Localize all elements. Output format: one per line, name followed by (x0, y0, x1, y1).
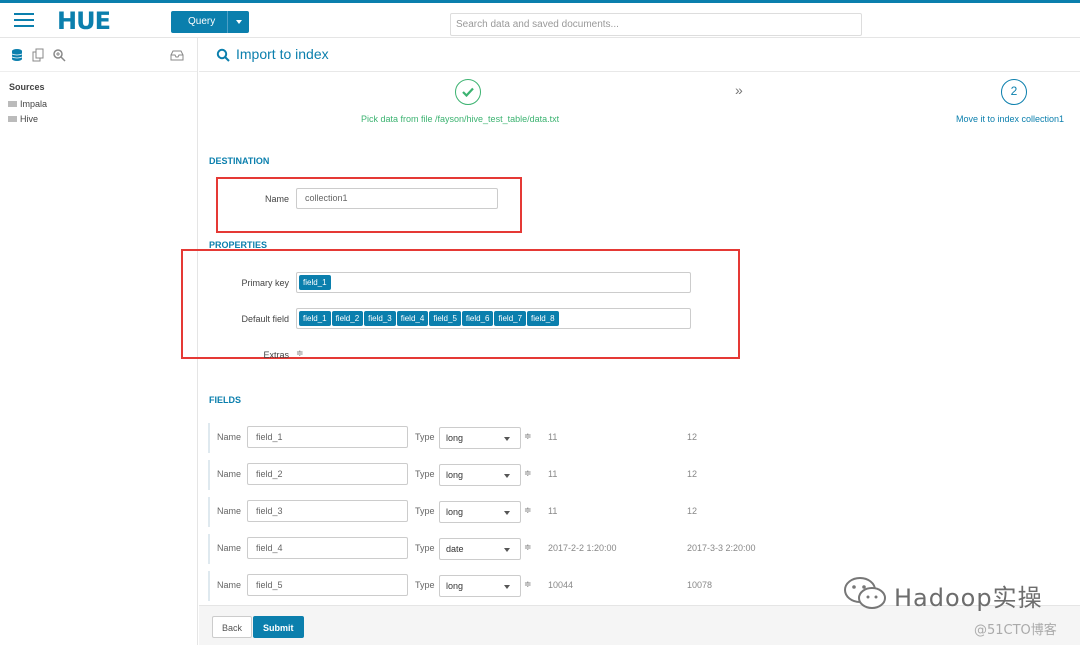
sample-value: 11 (548, 432, 558, 442)
field-type-select[interactable]: long (439, 427, 521, 449)
field-name-label: Name (217, 543, 242, 553)
sidebar-item-label: Hive (20, 114, 39, 124)
default-field-tag[interactable]: field_8 (527, 311, 559, 326)
chevron-double-right-icon: » (735, 82, 743, 98)
field-type-label: Type (415, 543, 435, 553)
watermark-source: @51CTO博客 (974, 623, 1057, 638)
field-row: Name field_3 Type long ≑ 11 12 (208, 497, 1080, 527)
sample-value: 11 (548, 469, 558, 479)
query-button-label: Query (188, 16, 216, 27)
field-type-label: Type (415, 432, 435, 442)
sample-value: 12 (687, 432, 698, 442)
name-label: Name (264, 194, 289, 204)
field-name-input[interactable]: field_2 (247, 463, 408, 485)
default-field-tag[interactable]: field_1 (299, 311, 331, 326)
inbox-icon[interactable] (170, 48, 184, 62)
field-name-label: Name (217, 506, 242, 516)
step-2-label[interactable]: Move it to index collection1 (956, 114, 1064, 124)
field-name-input[interactable]: field_5 (247, 574, 408, 596)
default-field-input[interactable]: field_1 field_2 field_3 field_4 field_5 field… (296, 308, 691, 329)
sliders-icon[interactable]: ≑ (524, 505, 532, 516)
sliders-icon[interactable]: ≑ (524, 579, 532, 590)
sidebar-item-hive[interactable]: Hive (8, 114, 38, 124)
default-field-label: Default field (241, 314, 289, 324)
search-zoom-icon[interactable] (52, 48, 66, 62)
primary-key-input[interactable]: field_1 (296, 272, 691, 293)
table-icon (8, 101, 17, 107)
main-panel: Import to index Pick data from file /fay… (181, 38, 1080, 645)
sliders-icon[interactable]: ≑ (524, 468, 532, 479)
default-field-tag[interactable]: field_2 (331, 311, 364, 326)
sidebar-item-impala[interactable]: Impala (8, 99, 47, 109)
step-1-label[interactable]: Pick data from file /fayson/hive_test_ta… (361, 114, 559, 124)
watermark-text: Hadoop实操 (894, 584, 1043, 612)
sample-value: 12 (687, 506, 698, 516)
search-icon (216, 48, 230, 62)
sliders-icon[interactable]: ≑ (524, 431, 532, 442)
sample-value: 10078 (687, 580, 713, 590)
menu-icon[interactable] (14, 13, 34, 27)
field-name-input[interactable]: field_1 (247, 426, 408, 448)
collection-name-input[interactable]: collection1 (296, 188, 498, 209)
sidebar-toolbar (0, 38, 197, 72)
sidebar: Sources Impala Hive (0, 38, 198, 645)
chevron-down-icon[interactable] (227, 11, 249, 33)
check-icon (462, 87, 474, 97)
database-icon[interactable] (10, 48, 24, 62)
sample-value: 2017-2-2 1:20:00 (548, 543, 617, 553)
step-2-indicator[interactable]: 2 (1001, 79, 1027, 105)
back-button[interactable]: Back (212, 616, 253, 638)
default-field-tag[interactable]: field_3 (364, 311, 396, 326)
field-name-label: Name (217, 432, 242, 442)
default-field-tag[interactable]: field_4 (396, 311, 429, 326)
field-name-label: Name (217, 580, 242, 590)
destination-heading: DESTINATION (209, 156, 270, 166)
sample-value: 2017-3-3 2:20:00 (687, 543, 756, 553)
submit-button[interactable]: Submit (253, 616, 304, 638)
field-type-label: Type (415, 469, 435, 479)
field-name-input[interactable]: field_4 (247, 537, 408, 559)
default-field-tag[interactable]: field_7 (494, 311, 527, 326)
field-row: Name field_1 Type long ≑ 11 12 (208, 423, 1080, 453)
sliders-icon[interactable]: ≑ (296, 348, 304, 359)
field-type-label: Type (415, 506, 435, 516)
page-header: Import to index (199, 38, 1080, 72)
field-name-input[interactable]: field_3 (247, 500, 408, 522)
field-row: Name field_4 Type date ≑ 2017-2-2 1:20:0… (208, 534, 1080, 564)
step-1-indicator[interactable] (455, 79, 481, 105)
search-input[interactable]: Search data and saved documents... (450, 13, 862, 36)
page-title: Import to index (236, 46, 329, 62)
sidebar-item-label: Impala (20, 99, 48, 109)
documents-icon[interactable] (31, 48, 45, 62)
field-type-label: Type (415, 580, 435, 590)
sample-value: 12 (687, 469, 698, 479)
hue-logo[interactable]: HUE (57, 7, 111, 35)
table-icon (8, 116, 17, 122)
field-type-select[interactable]: long (439, 575, 521, 597)
sample-value: 10044 (548, 580, 574, 590)
fields-heading: FIELDS (209, 395, 242, 405)
sliders-icon[interactable]: ≑ (524, 542, 532, 553)
field-row: Name field_2 Type long ≑ 11 12 (208, 460, 1080, 490)
field-type-select[interactable]: long (439, 464, 521, 486)
highlight-box-properties (181, 249, 740, 359)
wechat-icon (844, 577, 886, 609)
top-bar: HUE Query Search data and saved document… (0, 0, 1080, 38)
primary-key-tag[interactable]: field_1 (299, 275, 331, 290)
default-field-tag[interactable]: field_5 (429, 311, 461, 326)
extras-label: Extras (263, 350, 289, 360)
default-field-tag[interactable]: field_6 (461, 311, 494, 326)
field-name-label: Name (217, 469, 242, 479)
primary-key-label: Primary key (241, 278, 289, 288)
sample-value: 11 (548, 506, 558, 516)
field-type-select[interactable]: date (439, 538, 521, 560)
sources-title: Sources (9, 82, 45, 92)
field-type-select[interactable]: long (439, 501, 521, 523)
query-button[interactable]: Query (171, 11, 249, 33)
